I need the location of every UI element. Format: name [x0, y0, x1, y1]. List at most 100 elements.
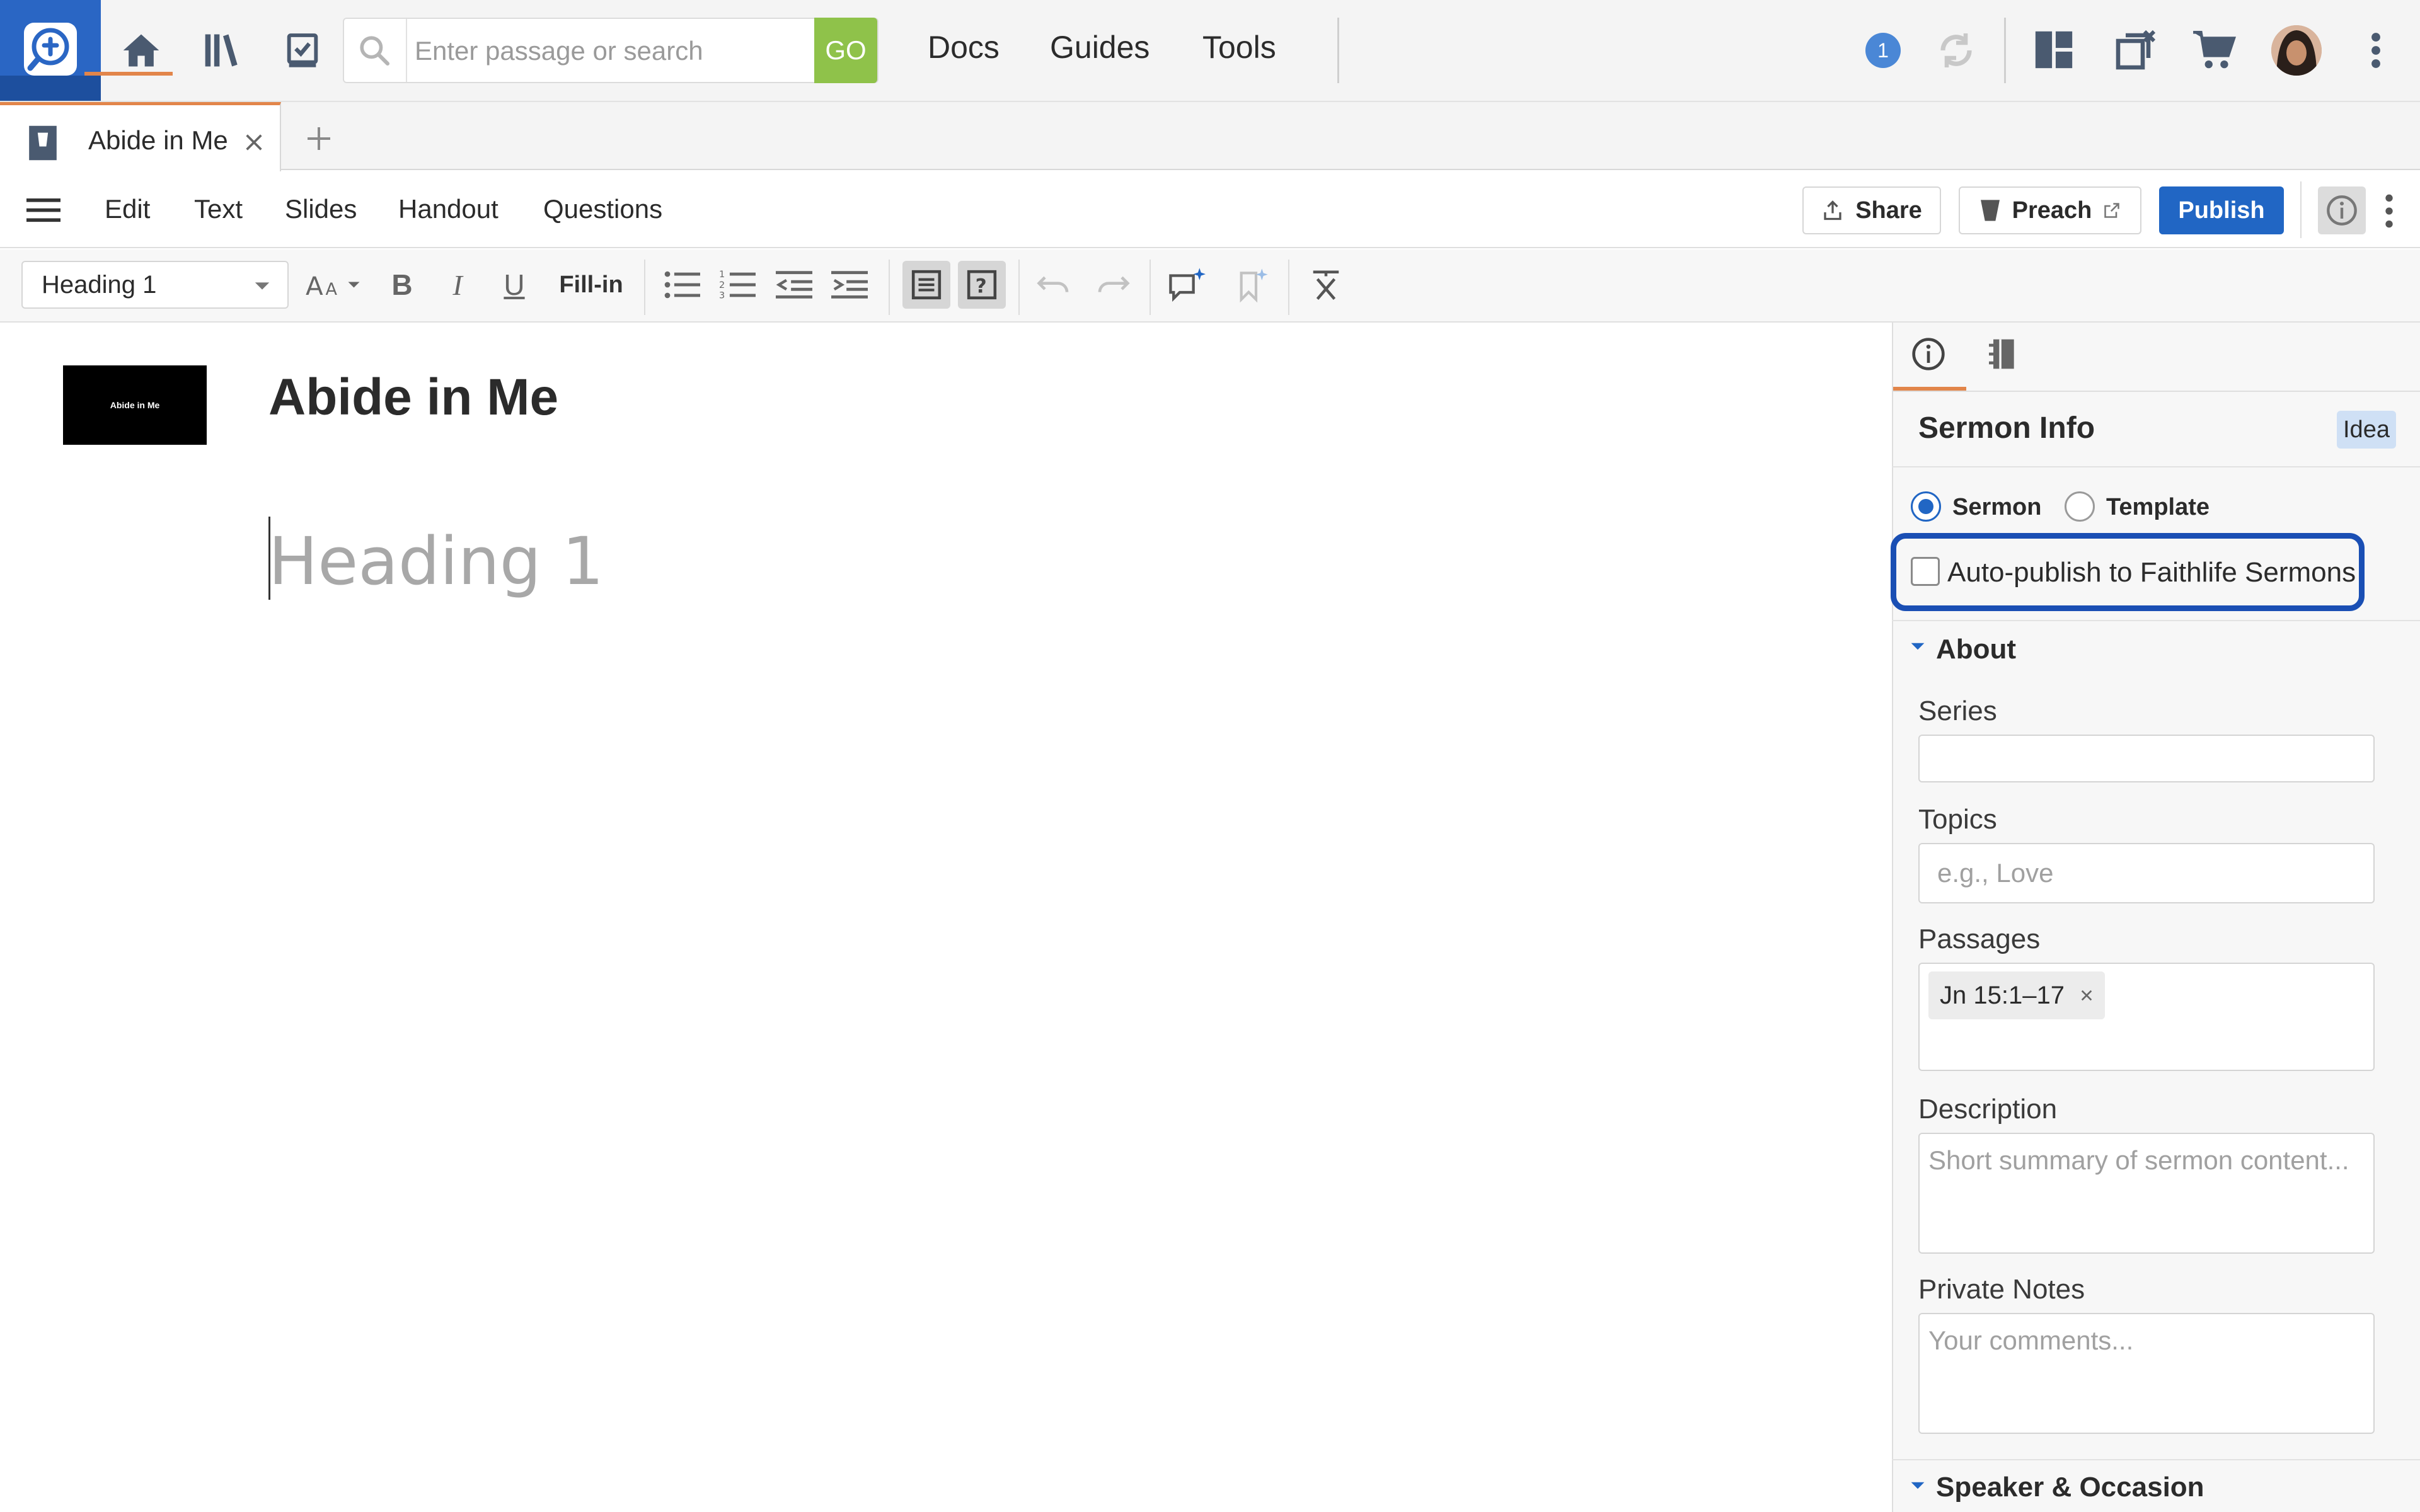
svg-text:A: A — [306, 271, 323, 301]
paragraph-style-select[interactable]: Heading 1 — [21, 261, 289, 309]
tab-bar — [0, 102, 2420, 170]
passages-field[interactable]: Jn 15:1–17 — [1918, 963, 2375, 1071]
series-input[interactable] — [1918, 735, 2375, 782]
nav-guides[interactable]: Guides — [1050, 29, 1150, 66]
checklist-icon[interactable] — [277, 25, 328, 76]
chevron-down-icon[interactable] — [1910, 641, 1926, 651]
template-radio-label: Template — [2106, 494, 2210, 520]
underline-button[interactable]: U — [494, 265, 534, 305]
panel-tab-info[interactable] — [1911, 336, 1946, 372]
layout-icon[interactable] — [2032, 28, 2076, 72]
template-radio[interactable] — [2065, 491, 2095, 522]
svg-text:3: 3 — [719, 291, 725, 301]
font-size-icon[interactable]: AA — [304, 265, 364, 305]
avatar[interactable] — [2271, 25, 2322, 76]
about-section-header[interactable]: About — [1936, 634, 2016, 665]
publish-button[interactable]: Publish — [2159, 186, 2284, 234]
passage-tag: Jn 15:1–17 — [1928, 971, 2105, 1019]
tab-slides[interactable]: Slides — [285, 194, 357, 224]
divider — [2004, 18, 2006, 83]
divider — [1892, 391, 2420, 392]
indent-icon[interactable] — [829, 265, 870, 305]
share-button[interactable]: Share — [1802, 186, 1941, 234]
sermon-doc-icon — [29, 125, 57, 161]
fill-in-button[interactable]: Fill-in — [553, 265, 629, 305]
external-link-icon — [2104, 203, 2120, 218]
chevron-down-icon[interactable] — [1910, 1480, 1926, 1491]
svg-text:A: A — [326, 280, 338, 299]
passages-label: Passages — [1918, 924, 2041, 954]
tab-text[interactable]: Text — [194, 194, 243, 224]
panel-tab-notebook[interactable] — [1986, 336, 2018, 372]
sermon-radio-label: Sermon — [1952, 494, 2042, 520]
divider — [1892, 1459, 2420, 1460]
sermon-radio[interactable] — [1911, 491, 1941, 522]
divider — [889, 260, 890, 315]
auto-publish-checkbox[interactable] — [1911, 557, 1940, 586]
search-input[interactable] — [413, 19, 800, 83]
ai-bookmark-icon[interactable] — [1231, 265, 1272, 305]
preach-label: Preach — [2012, 197, 2092, 224]
heading-placeholder[interactable]: Heading 1 — [268, 523, 604, 600]
cart-icon[interactable] — [2189, 26, 2240, 73]
redo-icon[interactable] — [1093, 265, 1133, 305]
search-box — [343, 18, 879, 83]
status-badge[interactable]: Idea — [2337, 411, 2396, 449]
speaker-occasion-section-header[interactable]: Speaker & Occasion — [1936, 1472, 2204, 1503]
preach-button[interactable]: Preach — [1959, 186, 2141, 234]
remove-tag-icon[interactable] — [2080, 988, 2094, 1002]
search-icon — [360, 36, 390, 66]
more-vertical-icon[interactable] — [2362, 28, 2390, 73]
svg-text:?: ? — [976, 275, 987, 298]
document-tab[interactable]: Abide in Me — [0, 102, 281, 171]
nav-tools[interactable]: Tools — [1202, 29, 1276, 66]
more-options-icon[interactable] — [2380, 192, 2399, 231]
svg-text:1: 1 — [719, 270, 725, 280]
paragraph-style-value: Heading 1 — [42, 270, 157, 299]
description-input[interactable] — [1918, 1133, 2375, 1254]
document-tab-label: Abide in Me — [88, 125, 228, 155]
bold-button[interactable]: B — [382, 265, 422, 305]
undo-icon[interactable] — [1034, 265, 1074, 305]
italic-button[interactable]: I — [437, 265, 478, 305]
notebook-icon — [1989, 339, 2014, 369]
divider — [1892, 466, 2420, 467]
home-icon[interactable] — [116, 25, 166, 76]
close-panels-icon[interactable] — [2112, 28, 2158, 73]
private-notes-label: Private Notes — [1918, 1274, 2085, 1305]
close-tab-icon[interactable] — [243, 132, 265, 153]
sync-icon[interactable] — [1933, 28, 1979, 73]
nav-docs[interactable]: Docs — [928, 29, 1000, 66]
description-label: Description — [1918, 1094, 2058, 1125]
tab-questions[interactable]: Questions — [543, 194, 662, 224]
clear-formatting-icon[interactable] — [1306, 265, 1346, 305]
paragraph-block-icon[interactable] — [902, 261, 950, 309]
ai-comment-icon[interactable] — [1165, 265, 1210, 305]
divider — [1018, 260, 1020, 315]
divider — [1288, 260, 1289, 315]
logo-icon — [24, 23, 77, 76]
new-tab-button[interactable] — [304, 123, 334, 154]
share-label: Share — [1855, 197, 1922, 224]
divider — [644, 260, 645, 315]
outdent-icon[interactable] — [774, 265, 814, 305]
divider — [1892, 620, 2420, 621]
info-panel-toggle[interactable] — [2318, 186, 2366, 234]
tab-edit[interactable]: Edit — [105, 194, 150, 224]
page-title[interactable]: Abide in Me — [268, 368, 558, 427]
sermon-thumbnail[interactable]: Abide in Me — [63, 365, 207, 445]
topics-input[interactable] — [1918, 843, 2375, 903]
library-icon[interactable] — [198, 25, 248, 76]
bullet-list-icon[interactable] — [662, 265, 702, 305]
go-button[interactable]: GO — [814, 18, 877, 83]
svg-text:2: 2 — [719, 280, 725, 290]
private-notes-input[interactable] — [1918, 1313, 2375, 1434]
tab-handout[interactable]: Handout — [398, 194, 498, 224]
question-block-icon[interactable]: ? — [958, 261, 1006, 309]
info-icon — [1912, 338, 1945, 370]
topics-label: Topics — [1918, 804, 1997, 835]
notification-badge[interactable]: 1 — [1865, 33, 1901, 68]
numbered-list-icon[interactable]: 123 — [717, 265, 758, 305]
menu-icon[interactable] — [26, 195, 60, 224]
app-logo[interactable] — [0, 0, 101, 101]
